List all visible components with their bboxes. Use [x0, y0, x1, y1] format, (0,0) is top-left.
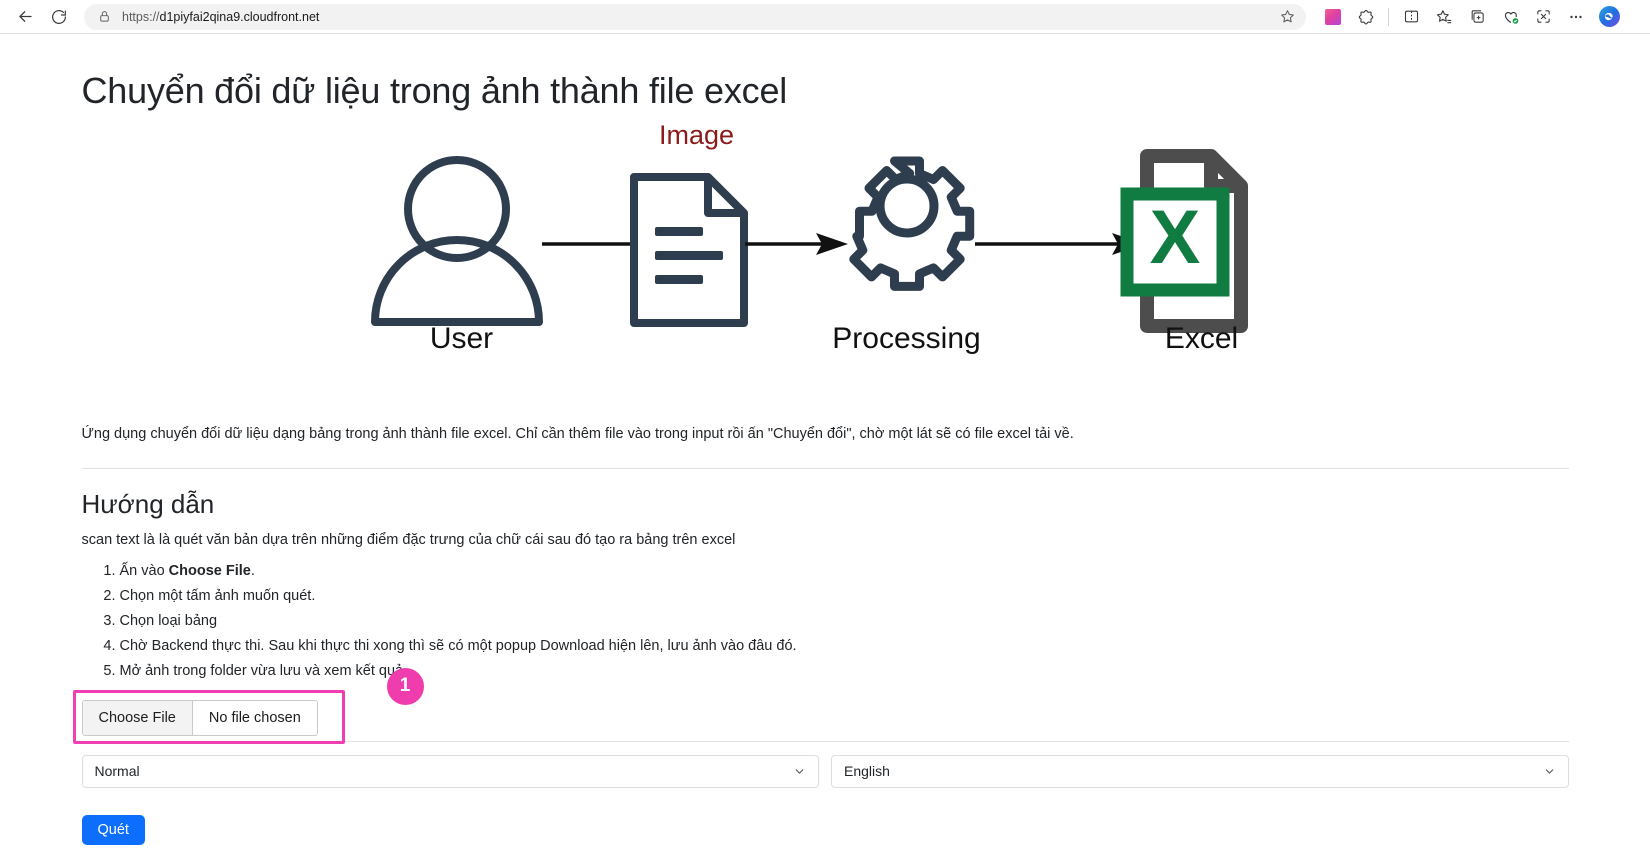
file-row-underline	[81, 740, 1569, 742]
browser-toolbar: https://d1piyfai2qina9.cloudfront.net	[0, 0, 1650, 33]
image-label: Image	[658, 120, 735, 150]
file-input-row: Choose File No file chosen 1	[72, 667, 1569, 744]
step-bold-text: Choose File	[168, 562, 251, 579]
url-host: d1piyfai2qina9.cloudfront.net	[159, 9, 320, 24]
excel-file-icon: X	[1120, 149, 1248, 333]
address-bar[interactable]: https://d1piyfai2qina9.cloudfront.net	[84, 3, 1306, 30]
browser-toolbar-icons	[1318, 3, 1624, 31]
collections-icon[interactable]	[1462, 3, 1492, 31]
step-text: Chọn loại bảng	[119, 612, 218, 629]
step-suffix-text: .	[250, 562, 255, 579]
instruction-steps: Ấn vào Choose File. Chọn một tấm ảnh muốn…	[82, 562, 1569, 682]
screenshot-icon[interactable]	[1528, 3, 1558, 31]
toolbar-divider	[1388, 7, 1389, 26]
table-mode-value: Normal	[94, 763, 140, 780]
more-options-icon[interactable]	[1561, 3, 1591, 31]
page-container: Chuyển đổi dữ liệu trong ảnh thành file …	[38, 70, 1613, 845]
step-text: Mở ảnh trong folder vừa lưu và xem kết q…	[119, 663, 408, 679]
instruction-step: Chọn một tấm ảnh muốn quét.	[120, 587, 1569, 607]
flow-diagram: X Image User Processing Excel	[82, 120, 1569, 394]
choose-file-button[interactable]: Choose File	[82, 700, 193, 735]
star-icon[interactable]	[1276, 6, 1298, 28]
copilot-icon[interactable]	[1594, 3, 1624, 31]
page-title: Chuyển đổi dữ liệu trong ảnh thành file …	[81, 70, 788, 111]
step-text: Chọn một tấm ảnh muốn quét.	[119, 587, 316, 604]
refresh-icon[interactable]	[44, 3, 74, 31]
instruction-step: Mở ảnh trong folder vừa lưu và xem kết q…	[120, 662, 1569, 682]
step-text: Ấn vào	[119, 562, 169, 579]
divider	[81, 467, 1569, 469]
file-name-text: No file chosen	[208, 709, 301, 726]
excel-x-letter: X	[1149, 195, 1200, 280]
annotation-badge-1: 1	[386, 667, 424, 705]
add-favorite-icon[interactable]	[1429, 3, 1459, 31]
instruction-step: Chờ Backend thực thi. Sau khi thực thi x…	[120, 637, 1569, 657]
selects-row: Normal English	[81, 754, 1569, 788]
url-scheme: https://	[122, 9, 160, 24]
intro-paragraph: Ứng dụng chuyển đổi dữ liệu dạng bảng tr…	[81, 426, 1074, 442]
section-title: Hướng dẫn	[81, 488, 215, 519]
back-arrow-icon[interactable]	[10, 3, 40, 31]
processing-label: Processing	[832, 322, 981, 355]
instruction-step: Chọn loại bảng	[120, 612, 1569, 632]
browser-essentials-icon[interactable]	[1351, 3, 1381, 31]
url-text: https://d1piyfai2qina9.cloudfront.net	[122, 10, 1276, 24]
processing-gear-icon	[848, 156, 974, 291]
user-body-shape	[370, 236, 543, 326]
step-text: Chờ Backend thực thi. Sau khi thực thi x…	[119, 637, 797, 654]
table-mode-select[interactable]: Normal	[81, 754, 819, 788]
page-viewport: Chuyển đổi dữ liệu trong ảnh thành file …	[0, 33, 1650, 865]
scan-submit-button[interactable]: Quét	[81, 814, 145, 845]
color-swatch-icon[interactable]	[1318, 3, 1348, 31]
excel-label: Excel	[1164, 322, 1239, 355]
language-select[interactable]: English	[831, 754, 1569, 788]
shopping-icon[interactable]	[1495, 3, 1525, 31]
language-value: English	[844, 763, 890, 780]
chevron-down-icon	[793, 765, 806, 778]
split-screen-icon[interactable]	[1396, 3, 1426, 31]
chevron-down-icon	[1543, 765, 1556, 778]
lock-icon	[96, 9, 112, 25]
section-subtitle: scan text là là quét văn bản dựa trên nh…	[81, 531, 736, 548]
file-input[interactable]: Choose File No file chosen	[81, 699, 318, 736]
instruction-step: Ấn vào Choose File.	[120, 562, 1569, 582]
user-label: User	[429, 322, 494, 355]
image-document-icon	[629, 173, 748, 327]
